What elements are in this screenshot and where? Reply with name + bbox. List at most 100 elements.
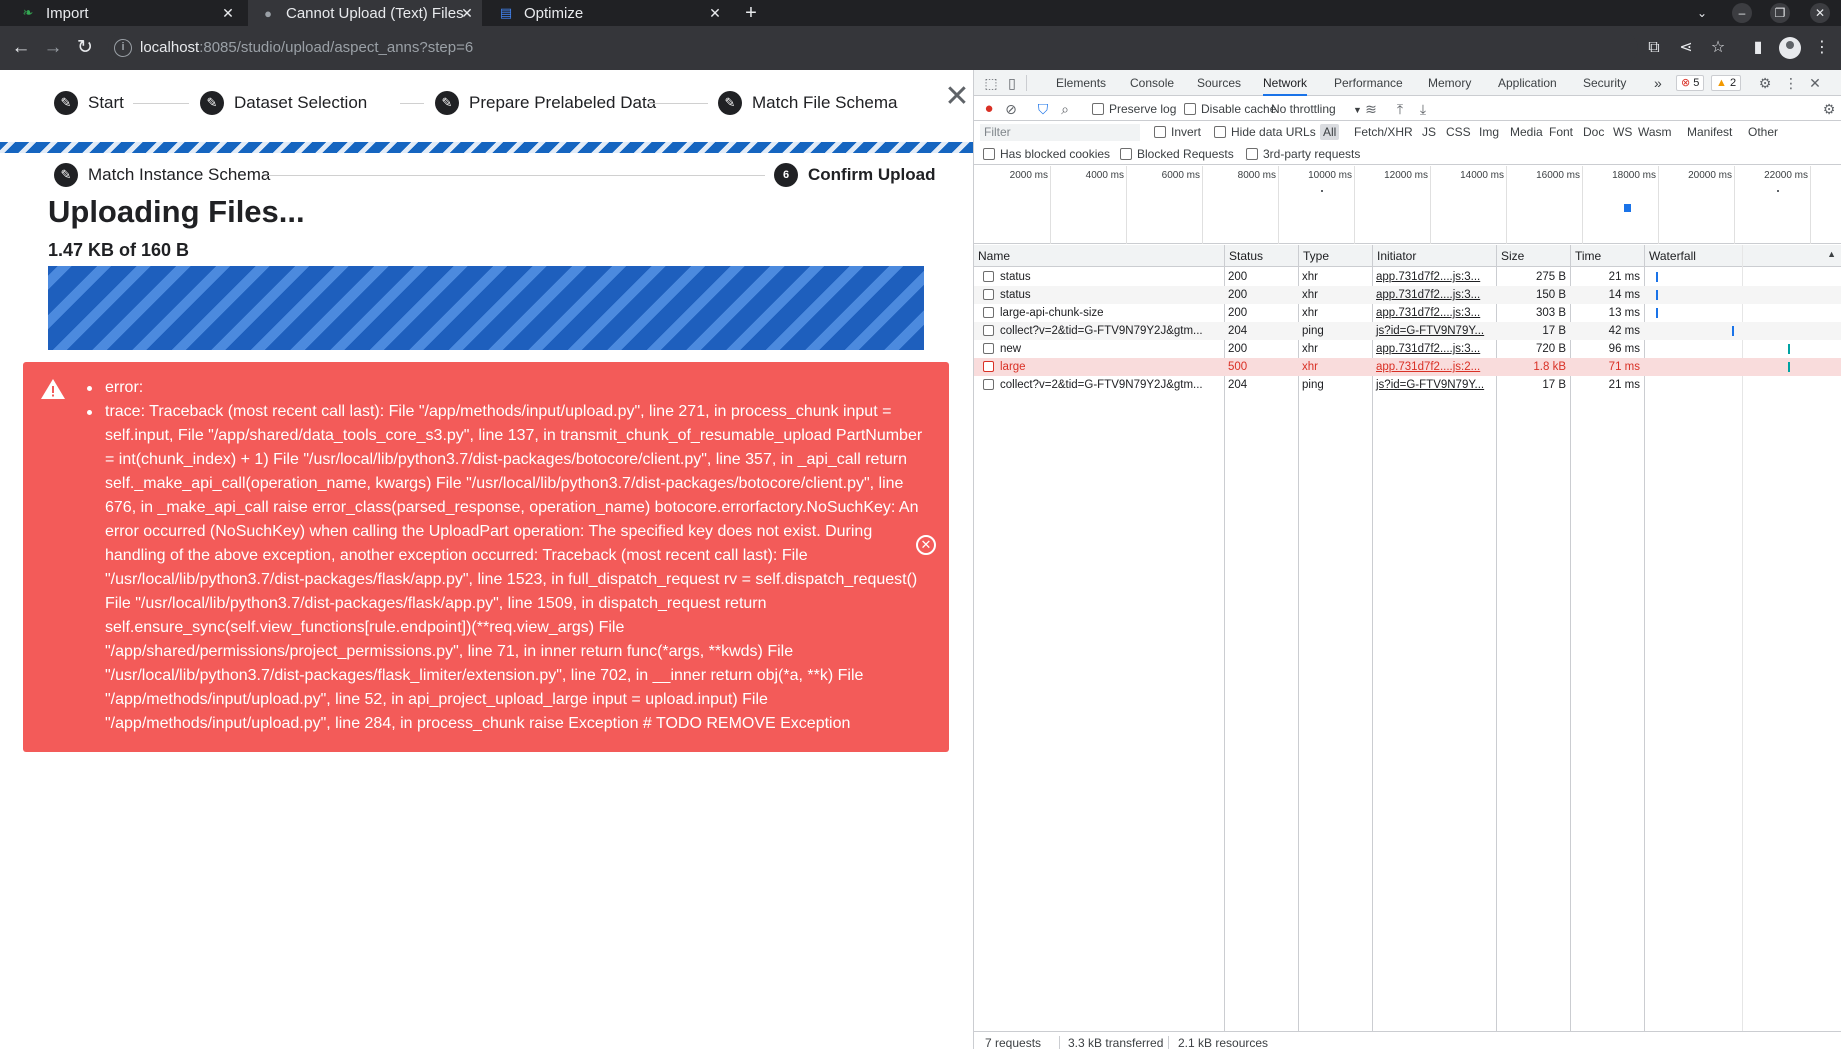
table-row[interactable]: collect?v=2&tid=G-FTV9N79Y2J&gtm... 204 pi… (974, 322, 1841, 340)
browser-tab-import[interactable]: ❧ Import ✕ (0, 0, 243, 26)
filter-type-wasm[interactable]: Wasm (1638, 125, 1672, 139)
more-vert-icon[interactable]: ⋮ (1811, 37, 1833, 59)
cell-initiator[interactable]: js?id=G-FTV9N79Y... (1372, 376, 1496, 394)
table-row[interactable]: collect?v=2&tid=G-FTV9N79Y2J&gtm... 204 pi… (974, 376, 1841, 394)
tab-elements[interactable]: Elements (1056, 70, 1106, 96)
table-row[interactable]: large 500 xhr app.731d7f2....js:2... 1.8 kB 7… (974, 358, 1841, 376)
column-header-status[interactable]: Status (1224, 245, 1298, 267)
disable-cache-checkbox[interactable]: Disable cache (1184, 102, 1276, 116)
close-circle-icon[interactable]: ✕ (916, 535, 936, 555)
info-icon[interactable]: i (114, 39, 132, 57)
filter-type-media[interactable]: Media (1510, 125, 1543, 139)
inspect-element-icon[interactable]: ⬚ (982, 74, 1000, 92)
table-row[interactable]: new 200 xhr app.731d7f2....js:3... 720 B 96 m… (974, 340, 1841, 358)
cell-initiator[interactable]: js?id=G-FTV9N79Y... (1372, 322, 1496, 340)
cell-initiator[interactable]: app.731d7f2....js:3... (1372, 286, 1496, 304)
filter-type-fetch-xhr[interactable]: Fetch/XHR (1354, 125, 1413, 139)
window-close-icon[interactable]: ✕ (1810, 3, 1830, 23)
wifi-settings-icon[interactable]: ≋ (1362, 100, 1380, 118)
browser-tab-cannot-upload[interactable]: ● Cannot Upload (Text) Files ✕ (248, 0, 482, 26)
cell-initiator[interactable]: app.731d7f2....js:3... (1372, 268, 1496, 286)
column-header-time[interactable]: Time (1570, 245, 1644, 267)
new-tab-plus-icon[interactable]: + (738, 0, 764, 26)
filter-type-ws[interactable]: WS (1613, 125, 1632, 139)
errors-badge[interactable]: ⊗ 5 (1676, 75, 1705, 91)
close-icon[interactable]: ✕ (219, 4, 237, 22)
gear-icon[interactable]: ⚙ (1756, 74, 1774, 92)
download-arrow-icon[interactable]: ⤓ (1414, 100, 1432, 118)
restore-icon[interactable]: ❐ (1770, 3, 1790, 23)
has-blocked-cookies-checkbox[interactable]: Has blocked cookies (983, 147, 1110, 161)
column-header-name[interactable]: Name (974, 245, 1224, 267)
step-confirm-upload[interactable]: 6 Confirm Upload (774, 163, 936, 187)
table-row[interactable]: large-api-chunk-size 200 xhr app.731d7f2...… (974, 304, 1841, 322)
avatar[interactable] (1779, 37, 1801, 59)
cell-type: xhr (1302, 343, 1318, 355)
step-start[interactable]: ✎ Start (54, 91, 124, 115)
filter-type-js[interactable]: JS (1422, 125, 1436, 139)
column-header-type[interactable]: Type (1298, 245, 1372, 267)
hide-data-urls-checkbox[interactable]: Hide data URLs (1214, 125, 1316, 139)
tab-application[interactable]: Application (1498, 70, 1557, 96)
browser-tab-optimize[interactable]: ▤ Optimize ✕ (490, 0, 730, 26)
cell-initiator[interactable]: app.731d7f2....js:3... (1372, 304, 1496, 322)
close-icon[interactable]: ✕ (458, 4, 476, 22)
minimize-icon[interactable]: – (1732, 3, 1752, 23)
filter-type-font[interactable]: Font (1549, 125, 1573, 139)
tab-performance[interactable]: Performance (1334, 70, 1403, 96)
share-icon[interactable]: ⋖ (1675, 37, 1697, 59)
column-header-size[interactable]: Size (1496, 245, 1570, 267)
gear-icon[interactable]: ⚙ (1820, 100, 1838, 118)
filter-type-all[interactable]: All (1320, 124, 1340, 140)
step-match-instance-schema[interactable]: ✎ Match Instance Schema (54, 163, 270, 187)
more-vert-icon[interactable]: ⋮ (1782, 74, 1800, 92)
translate-icon[interactable]: ⧉ (1643, 37, 1665, 59)
filter-type-img[interactable]: Img (1479, 125, 1499, 139)
star-icon[interactable]: ☆ (1707, 37, 1729, 59)
clear-icon[interactable]: ⊘ (1002, 100, 1020, 118)
more-tabs-icon[interactable]: » (1654, 70, 1662, 96)
invert-checkbox[interactable]: Invert (1154, 125, 1201, 139)
close-icon[interactable]: ✕ (1806, 74, 1824, 92)
tab-memory[interactable]: Memory (1428, 70, 1471, 96)
table-row[interactable]: status 200 xhr app.731d7f2....js:3... 275 B 2… (974, 268, 1841, 286)
table-row[interactable]: status 200 xhr app.731d7f2....js:3... 150 B 1… (974, 286, 1841, 304)
close-icon[interactable]: ✕ (706, 4, 724, 22)
step-match-file-schema[interactable]: ✎ Match File Schema (718, 91, 898, 115)
tab-security[interactable]: Security (1583, 70, 1626, 96)
device-toolbar-icon[interactable]: ▯ (1003, 74, 1021, 92)
preserve-log-checkbox[interactable]: Preserve log (1092, 102, 1176, 116)
step-prepare-prelabeled-data[interactable]: ✎ Prepare Prelabeled Data (435, 91, 656, 115)
filter-type-doc[interactable]: Doc (1583, 125, 1604, 139)
warnings-badge[interactable]: ▲ 2 (1711, 75, 1742, 91)
chevron-down-icon[interactable]: ⌄ (1692, 3, 1712, 23)
sort-arrow-icon[interactable]: ▲ (1827, 249, 1836, 259)
tab-title: Cannot Upload (Text) Files (286, 4, 464, 22)
upload-arrow-icon[interactable]: ⤒ (1391, 100, 1409, 118)
tab-network[interactable]: Network (1263, 70, 1308, 96)
close-icon[interactable]: ✕ (944, 82, 970, 112)
filter-type-manifest[interactable]: Manifest (1687, 125, 1732, 139)
side-panel-icon[interactable]: ▮ (1747, 37, 1769, 59)
tab-sources[interactable]: Sources (1197, 70, 1241, 96)
back-arrow-icon[interactable]: ← (10, 37, 32, 59)
filter-type-css[interactable]: CSS (1446, 125, 1471, 139)
throttling-select[interactable]: No throttling ▼ (1271, 102, 1362, 116)
search-icon[interactable]: ⌕ (1056, 100, 1074, 118)
third-party-requests-checkbox[interactable]: 3rd-party requests (1246, 147, 1360, 161)
forward-arrow-icon[interactable]: → (42, 37, 64, 59)
filter-icon[interactable]: ⛉ (1034, 100, 1052, 118)
reload-icon[interactable]: ↻ (74, 37, 96, 59)
network-overview-timeline[interactable]: 2000 ms 4000 ms 6000 ms 8000 ms 10000 ms 1200… (974, 166, 1841, 244)
record-icon[interactable]: ● (980, 100, 998, 118)
cell-initiator[interactable]: app.731d7f2....js:2... (1372, 358, 1496, 376)
url-text[interactable]: localhost:8085/studio/upload/aspect_anns… (140, 39, 473, 56)
column-header-initiator[interactable]: Initiator (1372, 245, 1496, 267)
cell-initiator[interactable]: app.731d7f2....js:3... (1372, 340, 1496, 358)
filter-type-other[interactable]: Other (1748, 125, 1778, 139)
tab-console[interactable]: Console (1130, 70, 1174, 96)
filter-input[interactable]: Filter (980, 124, 1140, 141)
url-omnibox[interactable]: i localhost:8085/studio/upload/aspect_an… (108, 32, 1638, 64)
blocked-requests-checkbox[interactable]: Blocked Requests (1120, 147, 1234, 161)
step-dataset-selection[interactable]: ✎ Dataset Selection (200, 91, 367, 115)
